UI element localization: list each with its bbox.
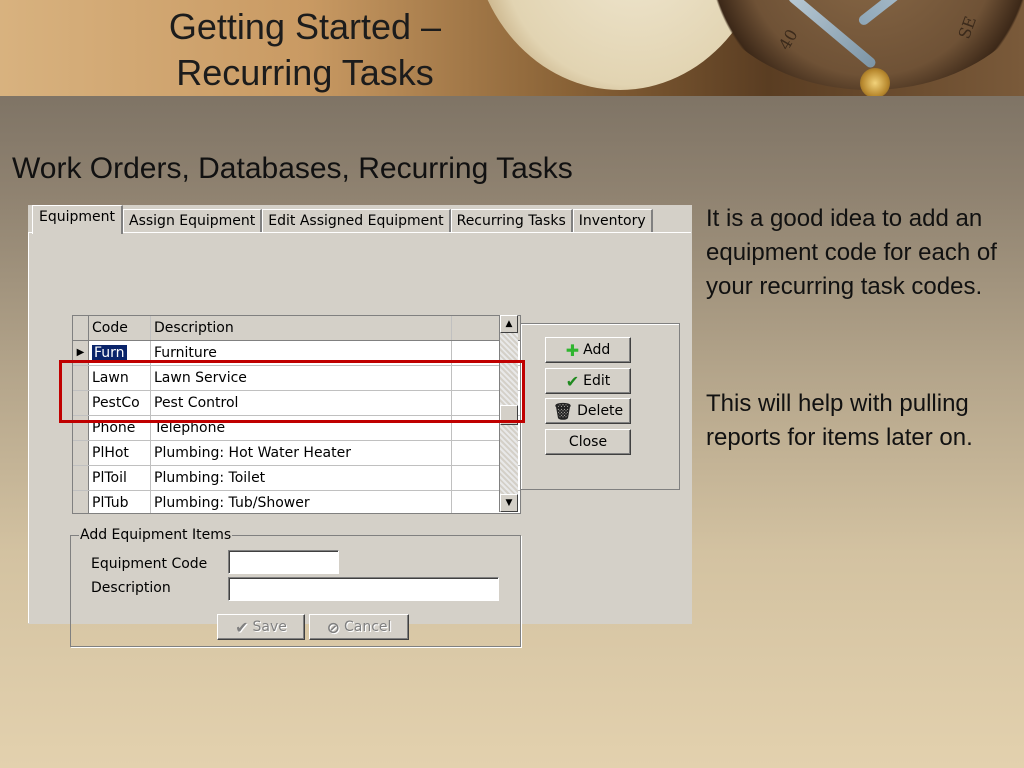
save-button-label: Save — [252, 619, 287, 635]
add-equipment-items-group: Add Equipment Items Equipment Code Descr… — [70, 527, 521, 647]
title-banner: 40 SE Getting Started – Recurring Tasks — [0, 0, 1024, 96]
column-header-code[interactable]: Code — [89, 316, 151, 340]
row-selector[interactable] — [73, 466, 89, 490]
tab-equipment[interactable]: Equipment — [32, 205, 123, 234]
description-input[interactable] — [228, 577, 499, 601]
tab-inventory[interactable]: Inventory — [572, 209, 653, 232]
add-button[interactable]: ✚ Add — [545, 337, 631, 363]
plus-icon: ✚ — [565, 340, 580, 360]
checkmark-icon: ✔ — [235, 617, 249, 637]
tab-assign-equipment[interactable]: Assign Equipment — [123, 209, 263, 232]
scroll-up-arrow-icon[interactable]: ▲ — [500, 315, 518, 333]
row-selector[interactable] — [73, 441, 89, 465]
add-button-label: Add — [583, 342, 611, 358]
explanation-paragraph: It is a good idea to add an equipment co… — [706, 205, 997, 300]
slide-title-line: Recurring Tasks — [176, 52, 434, 93]
group-legend: Add Equipment Items — [79, 527, 233, 543]
row-header-cell — [73, 316, 89, 340]
table-row[interactable]: PlTub Plumbing: Tub/Shower — [73, 491, 520, 513]
scroll-down-arrow-icon[interactable]: ▼ — [500, 494, 518, 512]
code-text: Furn — [92, 345, 127, 361]
equipment-dialog-screenshot: Equipment Assign Equipment Edit Assigned… — [28, 205, 692, 647]
code-cell[interactable]: PlHot — [89, 441, 151, 465]
save-button[interactable]: ✔ Save — [217, 614, 305, 640]
checkmark-icon: ✔ — [565, 371, 580, 391]
delete-button[interactable]: 🗑 Delete — [545, 398, 631, 424]
equipment-code-input[interactable] — [228, 550, 339, 574]
grid-header: Code Description — [73, 316, 520, 341]
cancel-button[interactable]: ⊘ Cancel — [309, 614, 409, 640]
edit-button-label: Edit — [583, 373, 611, 389]
tab-strip: Equipment Assign Equipment Edit Assigned… — [32, 205, 653, 234]
tab-edit-assigned-equipment[interactable]: Edit Assigned Equipment — [262, 209, 451, 232]
equipment-code-label: Equipment Code — [91, 556, 208, 572]
action-button-panel: ✚ Add ✔ Edit 🗑 Delete Close — [520, 323, 680, 490]
code-cell[interactable]: PlTub — [89, 491, 151, 513]
cancel-button-label: Cancel — [343, 619, 392, 635]
no-entry-icon: ⊘ — [326, 617, 340, 637]
slide-subtitle: Work Orders, Databases, Recurring Tasks — [12, 152, 573, 185]
slide-title-line: Getting Started – — [168, 6, 442, 47]
description-cell[interactable]: Plumbing: Hot Water Heater — [151, 441, 452, 465]
tab-page-equipment: Code Description ▶ Furn Furniture Lawn L… — [28, 232, 691, 647]
description-label: Description — [91, 580, 171, 596]
trash-can-icon: 🗑 — [552, 401, 574, 421]
edit-button[interactable]: ✔ Edit — [545, 368, 631, 394]
red-highlight-box — [59, 360, 525, 423]
tab-recurring-tasks[interactable]: Recurring Tasks — [450, 209, 573, 232]
code-cell[interactable]: PlToil — [89, 466, 151, 490]
delete-button-label: Delete — [577, 403, 624, 419]
close-button[interactable]: Close — [545, 429, 631, 455]
explanation-paragraph: This will help with pulling reports for … — [706, 390, 973, 451]
table-row[interactable]: PlHot Plumbing: Hot Water Heater — [73, 441, 520, 466]
table-row[interactable]: PlToil Plumbing: Toilet — [73, 466, 520, 491]
description-cell[interactable]: Plumbing: Tub/Shower — [151, 491, 452, 513]
close-button-label: Close — [568, 434, 608, 450]
description-cell[interactable]: Plumbing: Toilet — [151, 466, 452, 490]
slide-title: Getting Started – Recurring Tasks — [150, 4, 460, 96]
compass-hub-image — [860, 68, 890, 96]
row-selector[interactable] — [73, 491, 89, 513]
column-header-description[interactable]: Description — [151, 316, 452, 340]
